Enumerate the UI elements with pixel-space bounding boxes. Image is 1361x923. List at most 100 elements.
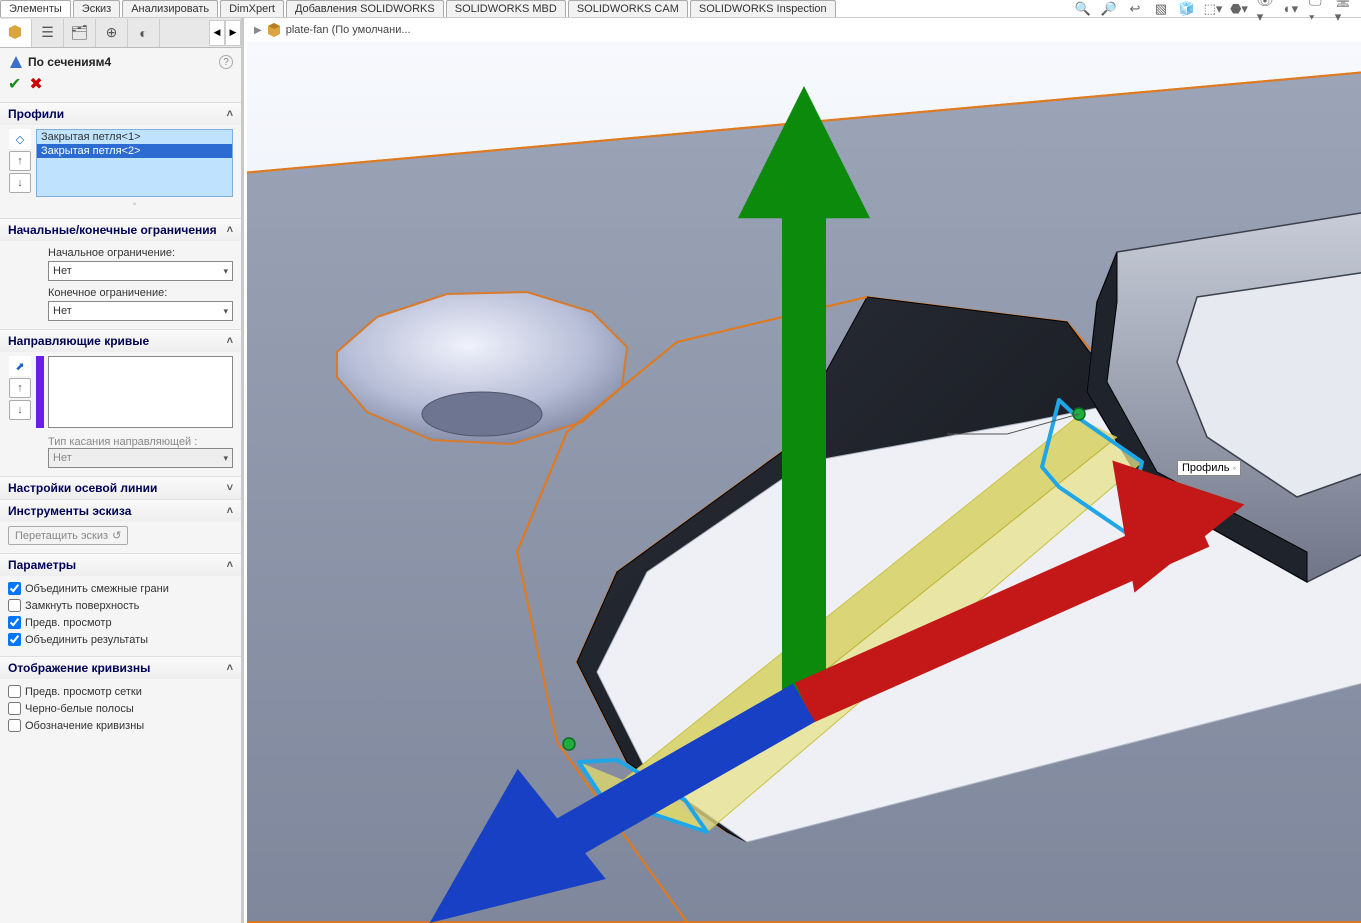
loft-icon bbox=[8, 54, 24, 70]
move-down-button[interactable]: ↓ bbox=[9, 173, 31, 193]
breadcrumb-part-name[interactable]: plate-fan (По умолчани... bbox=[286, 24, 411, 36]
merge-faces-checkbox[interactable]: Объединить смежные грани bbox=[8, 580, 233, 597]
tab-scroll-right[interactable]: ▶ bbox=[225, 20, 241, 46]
tab-inspection[interactable]: SOLIDWORKS Inspection bbox=[690, 0, 836, 17]
section-sketchtools-body: Перетащить эскиз ↺ bbox=[0, 522, 241, 553]
zoom-fit-icon[interactable]: 🔍 bbox=[1075, 1, 1091, 17]
feature-manager-tab[interactable] bbox=[0, 19, 32, 47]
drag-sketch-button[interactable]: Перетащить эскиз ↺ bbox=[8, 526, 128, 545]
part-icon bbox=[266, 22, 282, 38]
confirm-row: ✔ ✖ bbox=[0, 72, 241, 102]
end-constraint-select[interactable]: Нет ▾ bbox=[48, 301, 233, 321]
start-constraint-select[interactable]: Нет ▾ bbox=[48, 261, 233, 281]
dropdown-caret-icon: ▾ bbox=[223, 266, 228, 277]
chevron-up-icon: ˄ bbox=[227, 108, 233, 120]
guide-tangent-label: Тип касания направляющей : bbox=[48, 436, 233, 448]
close-surface-checkbox[interactable]: Замкнуть поверхность bbox=[8, 597, 233, 614]
profile-item-1[interactable]: Закрытая петля<1> bbox=[37, 130, 232, 144]
chevron-down-icon: ˅ bbox=[227, 482, 233, 494]
dynamic-annotation-icon[interactable]: 🧊 bbox=[1179, 1, 1195, 17]
zebra-checkbox[interactable]: Черно-белые полосы bbox=[8, 700, 233, 717]
breadcrumb-expand-icon[interactable]: ▶ bbox=[254, 25, 262, 36]
merge-results-checkbox[interactable]: Объединить результаты bbox=[8, 631, 233, 648]
guide-tangent-value: Нет bbox=[53, 452, 72, 464]
guide-list[interactable] bbox=[48, 356, 233, 428]
guide-tangent-select: Нет ▾ bbox=[48, 448, 233, 468]
display-style-icon[interactable]: ⬣▾ bbox=[1231, 1, 1247, 17]
section-constraints-header[interactable]: Начальные/конечные ограничения ˄ bbox=[0, 218, 241, 241]
section-profiles-header[interactable]: Профили ˄ bbox=[0, 102, 241, 125]
drag-arrow-icon: ↺ bbox=[112, 529, 121, 542]
tab-sketch[interactable]: Эскиз bbox=[73, 0, 120, 17]
apply-scene-icon[interactable]: 🖵▾ bbox=[1309, 1, 1325, 17]
previous-view-icon[interactable]: ↩ bbox=[1127, 1, 1143, 17]
list-resize-handle[interactable]: ◦ bbox=[36, 199, 233, 210]
section-centerline-header[interactable]: Настройки осевой линии ˅ bbox=[0, 476, 241, 499]
feature-title-row: По сечениям4 ? bbox=[0, 48, 241, 72]
guide-move-up-button[interactable]: ↑ bbox=[9, 378, 31, 398]
section-curvature-header[interactable]: Отображение кривизны ˄ bbox=[0, 656, 241, 679]
section-params-header[interactable]: Параметры ˄ bbox=[0, 553, 241, 576]
mesh-preview-input[interactable] bbox=[8, 685, 21, 698]
chevron-up-icon: ˄ bbox=[227, 559, 233, 571]
manager-tabs: ☰ 🗂 ⊕ ◐ ◀ ▶ bbox=[0, 18, 241, 48]
tab-mbd[interactable]: SOLIDWORKS MBD bbox=[446, 0, 566, 17]
curv-comb-checkbox[interactable]: Обозначение кривизны bbox=[8, 717, 233, 734]
section-guides-header[interactable]: Направляющие кривые ˄ bbox=[0, 329, 241, 352]
guide-move-down-button[interactable]: ↓ bbox=[9, 400, 31, 420]
heads-up-view-toolbar: 🔍 🔎 ↩ ▧ 🧊 ⬚▾ ⬣▾ 👁▾ ◐▾ 🖵▾ 🖥▾ bbox=[1075, 0, 1351, 18]
guide-selector-icon: ⬈ bbox=[9, 356, 31, 376]
breadcrumb: ▶ plate-fan (По умолчани... bbox=[248, 18, 1361, 42]
profile-item-2[interactable]: Закрытая петля<2> bbox=[37, 144, 232, 158]
section-constraints-title: Начальные/конечные ограничения bbox=[8, 223, 217, 237]
tab-analyze[interactable]: Анализировать bbox=[122, 0, 218, 17]
section-profiles-title: Профили bbox=[8, 107, 64, 121]
view-settings-icon[interactable]: 🖥▾ bbox=[1335, 1, 1351, 17]
chevron-up-icon: ˄ bbox=[227, 335, 233, 347]
tab-elements[interactable]: Элементы bbox=[0, 0, 71, 17]
feature-tree-icon bbox=[7, 24, 25, 42]
zoom-area-icon[interactable]: 🔎 bbox=[1101, 1, 1117, 17]
help-icon[interactable]: ? bbox=[219, 55, 233, 69]
reference-triad[interactable] bbox=[247, 42, 1361, 923]
tab-cam[interactable]: SOLIDWORKS CAM bbox=[568, 0, 688, 17]
section-sketchtools-header[interactable]: Инструменты эскиза ˄ bbox=[0, 499, 241, 522]
zebra-label: Черно-белые полосы bbox=[25, 703, 134, 715]
display-manager-tab[interactable]: ◐ bbox=[128, 19, 160, 47]
preview-input[interactable] bbox=[8, 616, 21, 629]
dropdown-caret-icon: ▾ bbox=[223, 306, 228, 317]
graphics-area[interactable]: Профиль ◦ bbox=[247, 42, 1361, 923]
curv-comb-input[interactable] bbox=[8, 719, 21, 732]
property-manager-panel: ☰ 🗂 ⊕ ◐ ◀ ▶ По сечениям4 ? ✔ ✖ Профили ˄… bbox=[0, 18, 244, 923]
tab-addins[interactable]: Добавления SOLIDWORKS bbox=[286, 0, 444, 17]
end-constraint-label: Конечное ограничение: bbox=[48, 287, 233, 299]
configuration-manager-tab[interactable]: 🗂 bbox=[64, 19, 96, 47]
section-centerline-title: Настройки осевой линии bbox=[8, 481, 157, 495]
property-manager-tab[interactable]: ☰ bbox=[32, 19, 64, 47]
tab-dimxpert[interactable]: DimXpert bbox=[220, 0, 284, 17]
cancel-button[interactable]: ✖ bbox=[29, 74, 42, 94]
dimxpert-manager-tab[interactable]: ⊕ bbox=[96, 19, 128, 47]
section-view-icon[interactable]: ▧ bbox=[1153, 1, 1169, 17]
merge-results-input[interactable] bbox=[8, 633, 21, 646]
ok-button[interactable]: ✔ bbox=[8, 74, 21, 94]
edit-appearance-icon[interactable]: ◐▾ bbox=[1283, 1, 1299, 17]
tab-scroll-left[interactable]: ◀ bbox=[209, 20, 225, 46]
merge-results-label: Объединить результаты bbox=[25, 634, 148, 646]
section-sketchtools-title: Инструменты эскиза bbox=[8, 504, 131, 518]
zebra-input[interactable] bbox=[8, 702, 21, 715]
preview-checkbox[interactable]: Предв. просмотр bbox=[8, 614, 233, 631]
mesh-preview-label: Предв. просмотр сетки bbox=[25, 686, 142, 698]
profile-selector-icon: ◇ bbox=[9, 129, 31, 149]
hide-show-icon[interactable]: 👁▾ bbox=[1257, 1, 1273, 17]
section-curvature-body: Предв. просмотр сетки Черно-белые полосы… bbox=[0, 679, 241, 742]
section-profiles-body: ◇ ↑ ↓ Закрытая петля<1> Закрытая петля<2… bbox=[0, 125, 241, 218]
move-up-button[interactable]: ↑ bbox=[9, 151, 31, 171]
close-surface-input[interactable] bbox=[8, 599, 21, 612]
merge-faces-input[interactable] bbox=[8, 582, 21, 595]
mesh-preview-checkbox[interactable]: Предв. просмотр сетки bbox=[8, 683, 233, 700]
view-orientation-icon[interactable]: ⬚▾ bbox=[1205, 1, 1221, 17]
dropdown-caret-icon: ▾ bbox=[223, 453, 228, 464]
merge-faces-label: Объединить смежные грани bbox=[25, 583, 169, 595]
profile-list[interactable]: Закрытая петля<1> Закрытая петля<2> bbox=[36, 129, 233, 197]
